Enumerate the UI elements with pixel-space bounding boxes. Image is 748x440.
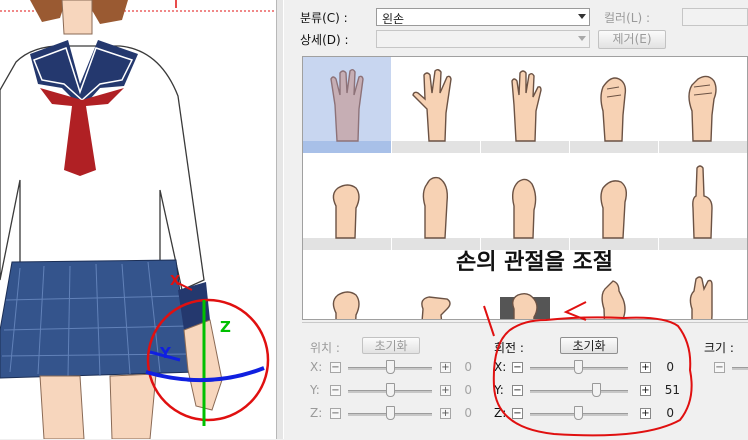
hand-pose-half-fist[interactable] — [659, 57, 747, 153]
color-label: 컬러(L) : — [604, 11, 650, 25]
position-z-thumb[interactable] — [386, 406, 395, 420]
curled-hand-icon — [600, 180, 628, 239]
gizmo-y-axis-label: Y — [160, 344, 171, 362]
chevron-down-icon — [578, 36, 586, 41]
position-x-value: 0 — [464, 360, 472, 374]
position-x-decrement[interactable]: − — [330, 362, 341, 373]
color-field[interactable] — [682, 8, 748, 26]
pinch-icon — [421, 296, 451, 319]
position-z-value: 0 — [464, 406, 472, 420]
open-hand-icon — [330, 69, 364, 142]
detail-dropdown[interactable] — [376, 30, 590, 48]
position-y-decrement[interactable]: − — [330, 385, 341, 396]
half-fist-icon — [688, 75, 717, 142]
hand-pose-open-hand[interactable] — [303, 57, 391, 153]
annotation-highlight — [483, 301, 693, 437]
hand-pose-panel: 분류(C) : 왼손 컬러(L) : 상세(D) : 제거(E) 위치: 초기… — [284, 0, 748, 439]
position-y-thumb[interactable] — [386, 383, 395, 397]
position-reset-button[interactable]: 초기화 — [362, 337, 420, 354]
hand-pose-thumbnail-grid — [302, 56, 748, 320]
flat-hand-icon — [511, 70, 542, 142]
size-decrement[interactable]: − — [714, 362, 725, 373]
annotation-caption: 손의 관절을 조절 — [456, 250, 613, 275]
fist-thumb-icon — [422, 176, 449, 239]
hand-pose-relaxed-hand[interactable] — [570, 57, 658, 153]
fist-side-icon — [511, 178, 537, 239]
hand-pose-fist-side[interactable] — [481, 154, 569, 250]
position-label: 위치 : — [310, 341, 340, 355]
category-dropdown[interactable]: 왼손 — [376, 8, 590, 26]
remove-button[interactable]: 제거(E) — [598, 30, 666, 49]
position-z-label: Z: — [310, 406, 323, 420]
hand-pose-flat-hand[interactable] — [481, 57, 569, 153]
position-y-value: 0 — [464, 383, 472, 397]
chevron-down-icon — [578, 14, 586, 19]
gizmo-z-axis-label: Z — [220, 318, 231, 336]
position-z-decrement[interactable]: − — [330, 408, 341, 419]
fist-icon — [332, 184, 360, 239]
spread-hand-icon — [412, 69, 452, 142]
panel-splitter[interactable] — [276, 0, 284, 439]
position-x-thumb[interactable] — [386, 360, 395, 374]
hand-pose-curled-hand[interactable] — [570, 154, 658, 250]
size-slider[interactable] — [732, 367, 748, 370]
hand-pose-spread-hand[interactable] — [392, 57, 480, 153]
size-label: 크기 : — [704, 341, 734, 355]
category-label: 분류(C) : — [300, 11, 348, 25]
relaxed-hand-icon — [600, 77, 627, 142]
fist-front-icon — [332, 291, 360, 319]
point-up-icon — [692, 165, 713, 239]
category-value: 왼손 — [382, 12, 405, 26]
position-y-label: Y: — [310, 383, 320, 397]
hand-pose-fist-thumb[interactable] — [392, 154, 480, 250]
gizmo-x-axis-label: X — [170, 274, 181, 289]
detail-label: 상세(D) : — [300, 33, 349, 47]
hand-pose-fist[interactable] — [303, 154, 391, 250]
hand-pose-point-up[interactable] — [659, 154, 747, 250]
character-model-render — [0, 0, 276, 439]
3d-viewport[interactable]: X Y Z — [0, 0, 276, 439]
position-x-label: X: — [310, 360, 323, 374]
hand-pose-fist-front[interactable] — [303, 251, 391, 319]
